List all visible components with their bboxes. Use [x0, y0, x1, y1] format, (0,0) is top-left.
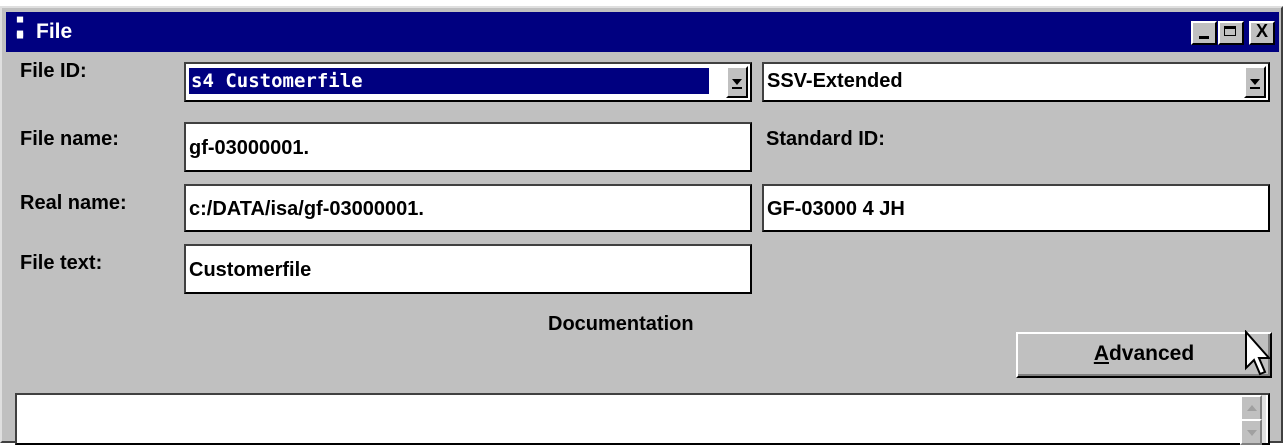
file-id-dropdown[interactable]: s4 Customerfile — [184, 62, 752, 102]
file-id-selected-value: s4 Customerfile — [189, 68, 709, 94]
minimize-icon — [1199, 36, 1209, 39]
real-name-input[interactable]: c:/DATA/isa/gf-03000001. — [184, 184, 752, 232]
arrow-up-icon — [1247, 405, 1257, 411]
documentation-label: Documentation — [548, 313, 694, 335]
file-type-value: SSV-Extended — [767, 70, 903, 92]
title-bar[interactable]: ▀ ▄ ▀ File X — [6, 12, 1279, 52]
mouse-pointer-icon — [1245, 330, 1270, 376]
dropdown-underline — [732, 87, 742, 89]
file-text-input[interactable]: Customerfile — [184, 244, 752, 294]
file-text-label: File text: — [20, 252, 103, 274]
advanced-button-mnemonic: A — [1093, 342, 1109, 365]
file-type-dropdown-button[interactable] — [1244, 66, 1266, 98]
scroll-up-button[interactable] — [1240, 395, 1262, 421]
chevron-down-icon — [1250, 79, 1260, 85]
file-id-label: File ID: — [20, 60, 87, 82]
scroll-down-button[interactable] — [1240, 419, 1262, 445]
system-menu-icon[interactable]: ▀ ▄ ▀ — [12, 19, 28, 45]
documentation-textarea[interactable] — [15, 393, 1270, 445]
file-type-dropdown[interactable]: SSV-Extended — [762, 62, 1270, 102]
real-name-label: Real name: — [20, 192, 127, 214]
maximize-icon — [1224, 26, 1236, 36]
file-name-label: File name: — [20, 128, 119, 150]
advanced-button-label: dvanced — [1108, 342, 1195, 365]
arrow-down-icon — [1247, 430, 1257, 436]
standard-id-label: Standard ID: — [766, 128, 885, 150]
file-name-input[interactable]: gf-03000001. — [184, 122, 752, 172]
file-id-dropdown-button[interactable] — [726, 66, 748, 98]
close-icon: X — [1255, 21, 1268, 41]
close-button[interactable]: X — [1249, 21, 1275, 45]
documentation-scrollbar[interactable] — [1240, 395, 1266, 445]
maximize-button[interactable] — [1218, 21, 1244, 45]
advanced-button[interactable]: Advanced — [1016, 332, 1272, 378]
standard-id-input[interactable]: GF-03000 4 JH — [762, 184, 1270, 232]
minimize-button[interactable] — [1191, 21, 1217, 45]
chevron-down-icon — [732, 79, 742, 85]
dropdown-underline — [1250, 87, 1260, 89]
window-title: File — [36, 20, 73, 43]
